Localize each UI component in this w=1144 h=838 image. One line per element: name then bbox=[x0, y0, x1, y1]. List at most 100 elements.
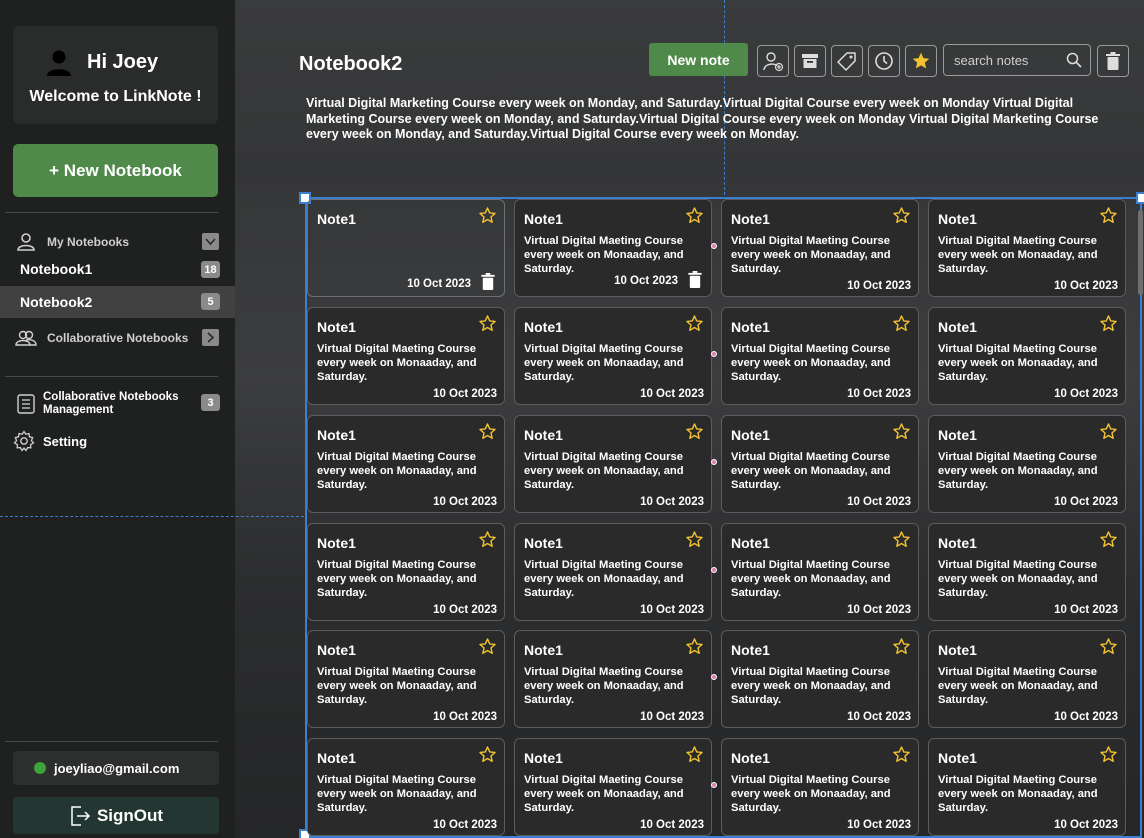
note-body: Virtual Digital Maeting Course every wee… bbox=[731, 343, 891, 383]
star-outline-icon[interactable] bbox=[892, 745, 911, 764]
my-notebooks-label: My Notebooks bbox=[47, 235, 130, 249]
note-card[interactable]: Note1 Virtual Digital Maeting Course ever… bbox=[514, 630, 712, 728]
archive-button[interactable] bbox=[794, 45, 826, 77]
note-card[interactable]: Note1 Virtual Digital Maeting Course ever… bbox=[721, 199, 919, 297]
note-date: 10 Oct 2023 bbox=[433, 711, 497, 723]
setting-item[interactable]: Setting bbox=[0, 429, 235, 453]
note-card[interactable]: Note1 Virtual Digital Maeting Course ever… bbox=[307, 630, 505, 728]
delete-notebook-button[interactable] bbox=[1097, 45, 1129, 77]
note-title: Note1 bbox=[317, 535, 356, 551]
new-notebook-button[interactable]: + New Notebook bbox=[13, 144, 218, 197]
star-outline-icon[interactable] bbox=[478, 637, 497, 656]
online-status-dot bbox=[34, 762, 46, 774]
sidebar-item-notebook2[interactable]: Notebook2 5 bbox=[0, 286, 235, 318]
star-outline-icon[interactable] bbox=[892, 206, 911, 225]
note-card[interactable]: Note1 Virtual Digital Maeting Course ever… bbox=[721, 738, 919, 836]
gear-icon bbox=[13, 430, 35, 452]
note-card[interactable]: Note1 Virtual Digital Maeting Course ever… bbox=[928, 199, 1126, 297]
star-outline-icon[interactable] bbox=[685, 745, 704, 764]
star-outline-icon[interactable] bbox=[685, 422, 704, 441]
star-outline-icon[interactable] bbox=[478, 745, 497, 764]
star-outline-icon[interactable] bbox=[478, 422, 497, 441]
note-title: Note1 bbox=[524, 535, 563, 551]
note-card[interactable]: Note1 Virtual Digital Maeting Course ever… bbox=[514, 199, 712, 297]
note-card[interactable]: Note1 Virtual Digital Maeting Course ever… bbox=[514, 738, 712, 836]
history-button[interactable] bbox=[868, 45, 900, 77]
note-card[interactable]: Note1 Virtual Digital Maeting Course ever… bbox=[514, 523, 712, 621]
add-collaborator-button[interactable] bbox=[757, 45, 789, 77]
star-outline-icon[interactable] bbox=[892, 530, 911, 549]
note-title: Note1 bbox=[731, 211, 770, 227]
note-card[interactable]: Note1 Virtual Digital Maeting Course ever… bbox=[928, 307, 1126, 405]
collapse-toggle[interactable] bbox=[202, 233, 219, 250]
star-outline-icon[interactable] bbox=[1099, 206, 1118, 225]
collab-management-item[interactable]: Collaborative Notebooks Management 3 bbox=[0, 390, 235, 418]
trash-icon[interactable] bbox=[688, 271, 702, 288]
note-date: 10 Oct 2023 bbox=[847, 496, 911, 508]
my-notebooks-header[interactable]: My Notebooks bbox=[0, 231, 235, 253]
note-card[interactable]: Note1 Virtual Digital Maeting Course ever… bbox=[307, 307, 505, 405]
note-card[interactable]: Note1 Virtual Digital Maeting Course ever… bbox=[721, 307, 919, 405]
note-card[interactable]: Note1 Virtual Digital Maeting Course ever… bbox=[307, 738, 505, 836]
note-body: Virtual Digital Maeting Course every wee… bbox=[731, 559, 891, 599]
star-outline-icon[interactable] bbox=[1099, 422, 1118, 441]
star-outline-icon[interactable] bbox=[892, 422, 911, 441]
expand-toggle[interactable] bbox=[202, 329, 219, 346]
note-card[interactable]: Note1 Virtual Digital Maeting Course ever… bbox=[514, 307, 712, 405]
note-body: Virtual Digital Maeting Course every wee… bbox=[524, 559, 684, 599]
note-card[interactable]: Note1 Virtual Digital Maeting Course ever… bbox=[928, 630, 1126, 728]
note-title: Note1 bbox=[731, 750, 770, 766]
sidebar: Hi Joey Welcome to LinkNote ! + New Note… bbox=[0, 0, 235, 838]
star-outline-icon[interactable] bbox=[892, 637, 911, 656]
star-outline-icon[interactable] bbox=[1099, 637, 1118, 656]
star-outline-icon[interactable] bbox=[892, 314, 911, 333]
note-card[interactable]: Note1 Virtual Digital Maeting Course ever… bbox=[928, 738, 1126, 836]
resize-handle[interactable] bbox=[1136, 192, 1144, 204]
star-outline-icon[interactable] bbox=[1099, 745, 1118, 764]
signout-button[interactable]: SignOut bbox=[13, 797, 219, 834]
divider bbox=[5, 376, 218, 377]
note-date: 10 Oct 2023 bbox=[433, 388, 497, 400]
connector-dot bbox=[711, 243, 717, 249]
star-outline-icon[interactable] bbox=[478, 314, 497, 333]
search-input[interactable] bbox=[954, 52, 1066, 68]
star-outline-icon[interactable] bbox=[685, 314, 704, 333]
new-note-button[interactable]: New note bbox=[649, 43, 748, 76]
star-outline-icon[interactable] bbox=[478, 206, 497, 225]
star-outline-icon[interactable] bbox=[685, 206, 704, 225]
search-box[interactable] bbox=[943, 44, 1091, 76]
scrollbar-thumb[interactable] bbox=[1138, 210, 1143, 295]
collaborative-notebooks-item[interactable]: Collaborative Notebooks bbox=[0, 327, 235, 349]
note-date: 10 Oct 2023 bbox=[433, 819, 497, 831]
star-icon bbox=[912, 52, 930, 69]
favorites-button[interactable] bbox=[905, 45, 937, 77]
star-outline-icon[interactable] bbox=[1099, 314, 1118, 333]
note-title: Note1 bbox=[317, 211, 356, 227]
star-outline-icon[interactable] bbox=[478, 530, 497, 549]
note-body: Virtual Digital Maeting Course every wee… bbox=[524, 343, 684, 383]
trash-icon[interactable] bbox=[481, 273, 495, 290]
star-outline-icon[interactable] bbox=[685, 530, 704, 549]
note-card[interactable]: Note1 10 Oct 2023 bbox=[307, 199, 505, 297]
note-card[interactable]: Note1 Virtual Digital Maeting Course ever… bbox=[307, 523, 505, 621]
note-title: Note1 bbox=[938, 211, 977, 227]
note-date: 10 Oct 2023 bbox=[1054, 819, 1118, 831]
search-icon[interactable] bbox=[1066, 52, 1082, 68]
note-card[interactable]: Note1 Virtual Digital Maeting Course ever… bbox=[928, 415, 1126, 513]
sidebar-item-notebook1[interactable]: Notebook1 18 bbox=[0, 255, 235, 283]
note-card[interactable]: Note1 Virtual Digital Maeting Course ever… bbox=[928, 523, 1126, 621]
note-card[interactable]: Note1 Virtual Digital Maeting Course ever… bbox=[721, 630, 919, 728]
tag-button[interactable] bbox=[831, 45, 863, 77]
chevron-down-icon bbox=[205, 237, 216, 245]
note-date: 10 Oct 2023 bbox=[847, 388, 911, 400]
email-text: joeyliao@gmail.com bbox=[54, 760, 180, 776]
notebook-title: Notebook2 bbox=[299, 53, 403, 75]
note-body: Virtual Digital Maeting Course every wee… bbox=[938, 451, 1098, 491]
note-body: Virtual Digital Maeting Course every wee… bbox=[317, 343, 477, 383]
note-card[interactable]: Note1 Virtual Digital Maeting Course ever… bbox=[721, 415, 919, 513]
star-outline-icon[interactable] bbox=[1099, 530, 1118, 549]
note-card[interactable]: Note1 Virtual Digital Maeting Course ever… bbox=[721, 523, 919, 621]
note-card[interactable]: Note1 Virtual Digital Maeting Course ever… bbox=[307, 415, 505, 513]
note-card[interactable]: Note1 Virtual Digital Maeting Course ever… bbox=[514, 415, 712, 513]
star-outline-icon[interactable] bbox=[685, 637, 704, 656]
